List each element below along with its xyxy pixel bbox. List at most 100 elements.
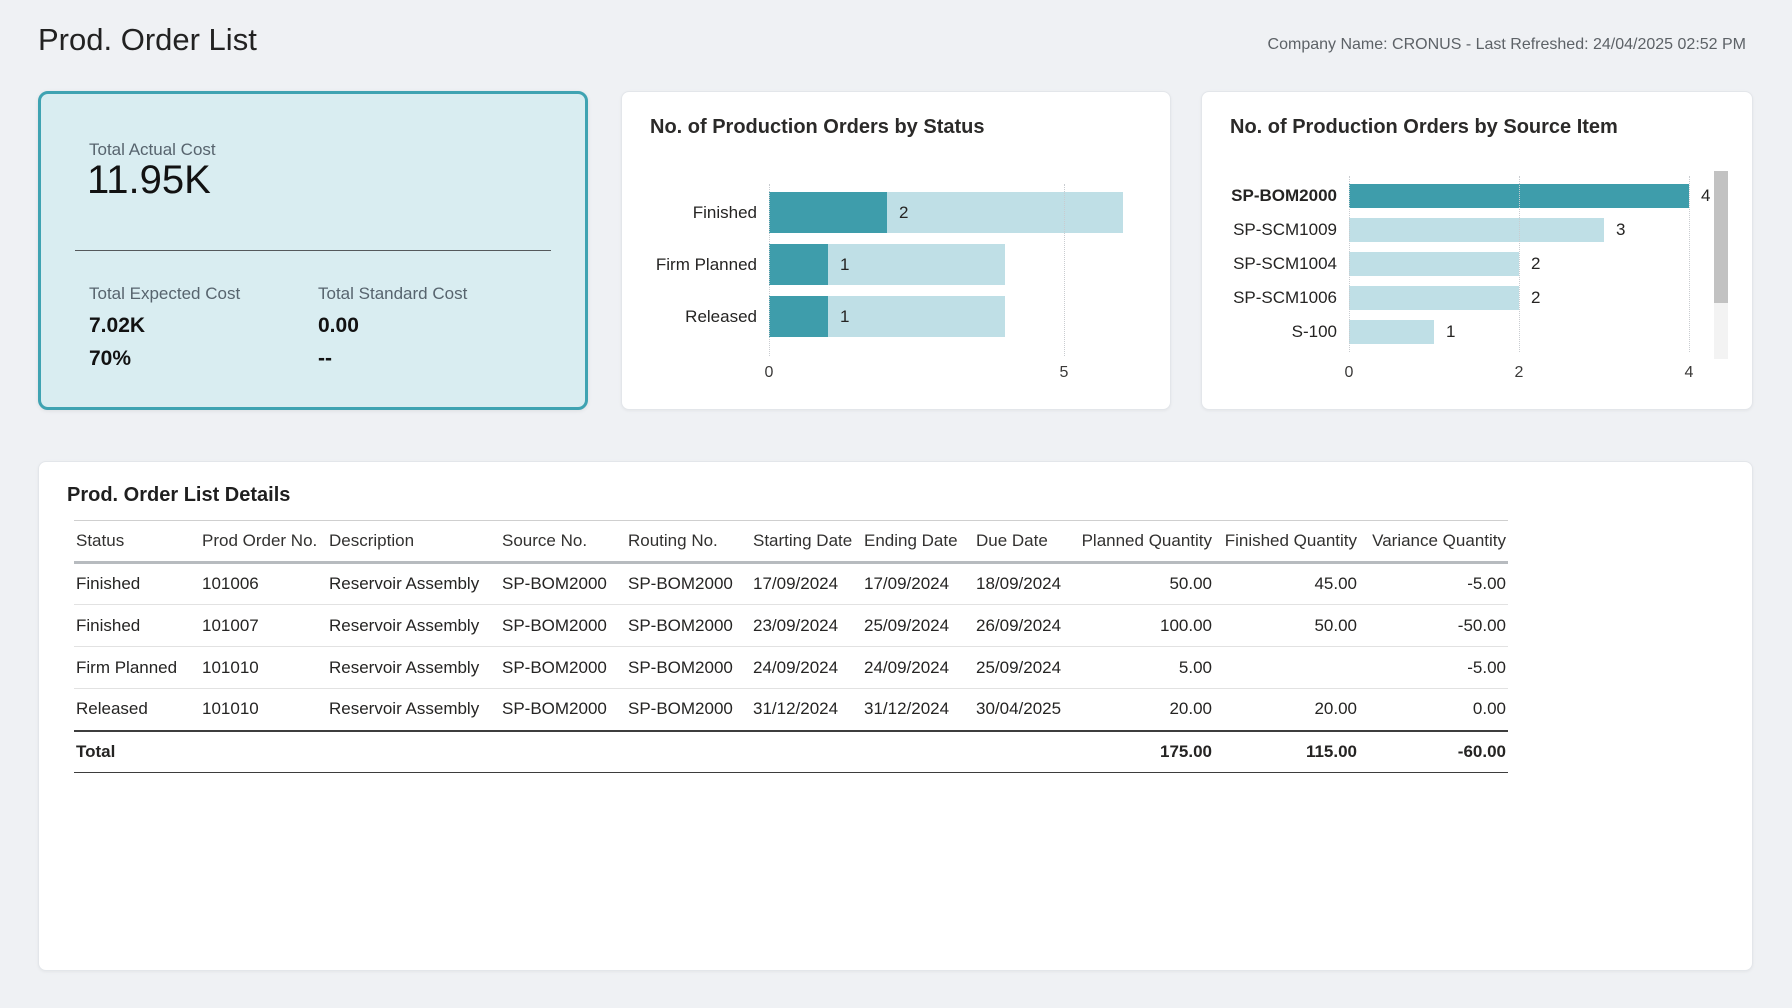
table-total-cell bbox=[862, 731, 974, 773]
column-header[interactable]: Finished Quantity bbox=[1214, 521, 1359, 563]
kpi-secondary-sub: -- bbox=[318, 347, 467, 371]
column-header[interactable]: Routing No. bbox=[626, 521, 751, 563]
table-cell: 25/09/2024 bbox=[862, 605, 974, 647]
prod-order-details-card[interactable]: Prod. Order List Details StatusProd Orde… bbox=[38, 461, 1753, 971]
table-cell: -5.00 bbox=[1359, 647, 1508, 689]
table-total-cell: Total bbox=[74, 731, 200, 773]
table-total-cell: 175.00 bbox=[1074, 731, 1214, 773]
total-actual-cost-card[interactable]: Total Actual Cost 11.95K Total Expected … bbox=[38, 91, 588, 410]
table-cell: 45.00 bbox=[1214, 563, 1359, 605]
table-cell: 5.00 bbox=[1074, 647, 1214, 689]
kpi-secondary-sub: 70% bbox=[89, 347, 240, 371]
table-total-cell bbox=[200, 731, 327, 773]
table-cell: 100.00 bbox=[1074, 605, 1214, 647]
table-cell: -5.00 bbox=[1359, 563, 1508, 605]
table-total-cell: -60.00 bbox=[1359, 731, 1508, 773]
kpi-primary-value: 11.95K bbox=[87, 158, 211, 203]
details-table: StatusProd Order No.DescriptionSource No… bbox=[74, 520, 1508, 773]
source-bar-row: SP-SCM10062 bbox=[1202, 286, 1752, 310]
x-axis-tick-label: 4 bbox=[1685, 364, 1694, 382]
table-cell: SP-BOM2000 bbox=[626, 647, 751, 689]
orders-by-status-chart[interactable]: No. of Production Orders by Status Finis… bbox=[621, 91, 1171, 410]
table-cell: 17/09/2024 bbox=[862, 563, 974, 605]
table-cell: 31/12/2024 bbox=[862, 689, 974, 731]
category-label: SP-SCM1006 bbox=[1202, 288, 1337, 308]
bar-value-segment[interactable] bbox=[1349, 252, 1519, 276]
column-header[interactable]: Variance Quantity bbox=[1359, 521, 1508, 563]
column-header[interactable]: Description bbox=[327, 521, 500, 563]
bar-track[interactable] bbox=[769, 296, 1005, 337]
column-header[interactable]: Status bbox=[74, 521, 200, 563]
table-cell: Firm Planned bbox=[74, 647, 200, 689]
table-cell: Finished bbox=[74, 563, 200, 605]
scrollbar-thumb[interactable] bbox=[1714, 171, 1728, 303]
kpi-primary-label: Total Actual Cost bbox=[89, 140, 216, 160]
table-cell: 50.00 bbox=[1074, 563, 1214, 605]
x-axis-tick-label: 5 bbox=[1060, 364, 1069, 382]
table-cell: SP-BOM2000 bbox=[626, 605, 751, 647]
dashboard-page: Prod. Order List Company Name: CRONUS - … bbox=[0, 0, 1792, 1008]
bar-value-segment[interactable] bbox=[1349, 320, 1434, 344]
bar-data-label: 4 bbox=[1701, 186, 1710, 206]
status-bar-row: Finished2 bbox=[622, 192, 1170, 233]
table-total-cell bbox=[500, 731, 626, 773]
table-row[interactable]: Released101010Reservoir AssemblySP-BOM20… bbox=[74, 689, 1508, 731]
x-axis-tick-label: 2 bbox=[1515, 364, 1524, 382]
table-cell: 31/12/2024 bbox=[751, 689, 862, 731]
kpi-secondary-label: Total Expected Cost bbox=[89, 284, 240, 304]
status-chart-title: No. of Production Orders by Status bbox=[650, 116, 984, 139]
table-cell bbox=[1214, 647, 1359, 689]
bar-data-label: 2 bbox=[1531, 254, 1540, 274]
kpi-standard-cost-block: Total Standard Cost 0.00 -- bbox=[318, 284, 467, 371]
table-cell: SP-BOM2000 bbox=[626, 563, 751, 605]
table-cell: Released bbox=[74, 689, 200, 731]
bar-track[interactable] bbox=[769, 192, 1123, 233]
table-row[interactable]: Finished101006Reservoir AssemblySP-BOM20… bbox=[74, 563, 1508, 605]
table-cell: 25/09/2024 bbox=[974, 647, 1074, 689]
table-cell: 101010 bbox=[200, 647, 327, 689]
table-row[interactable]: Finished101007Reservoir AssemblySP-BOM20… bbox=[74, 605, 1508, 647]
table-row[interactable]: Firm Planned101010Reservoir AssemblySP-B… bbox=[74, 647, 1508, 689]
axis-gridline bbox=[769, 184, 770, 356]
bar-data-label: 1 bbox=[840, 307, 849, 327]
table-cell: Reservoir Assembly bbox=[327, 689, 500, 731]
source-chart-title: No. of Production Orders by Source Item bbox=[1230, 116, 1618, 139]
table-cell: SP-BOM2000 bbox=[500, 605, 626, 647]
bar-value-segment[interactable] bbox=[1349, 286, 1519, 310]
column-header[interactable]: Planned Quantity bbox=[1074, 521, 1214, 563]
column-header[interactable]: Due Date bbox=[974, 521, 1074, 563]
page-title: Prod. Order List bbox=[38, 22, 257, 58]
axis-gridline bbox=[1349, 176, 1350, 352]
kpi-secondary-label: Total Standard Cost bbox=[318, 284, 467, 304]
bar-data-label: 2 bbox=[899, 203, 908, 223]
category-label: Firm Planned bbox=[622, 255, 757, 275]
table-cell: -50.00 bbox=[1359, 605, 1508, 647]
bar-value-segment[interactable] bbox=[1349, 218, 1604, 242]
bar-value-segment[interactable] bbox=[769, 296, 828, 337]
source-bar-row: SP-SCM1004 2 bbox=[1202, 252, 1752, 276]
orders-by-source-item-chart[interactable]: No. of Production Orders by Source Item … bbox=[1201, 91, 1753, 410]
status-bar-row: Released1 bbox=[622, 296, 1170, 337]
column-header[interactable]: Prod Order No. bbox=[200, 521, 327, 563]
category-label: SP-SCM1009 bbox=[1202, 220, 1337, 240]
table-header-row: StatusProd Order No.DescriptionSource No… bbox=[74, 521, 1508, 563]
table-cell: Reservoir Assembly bbox=[327, 563, 500, 605]
column-header[interactable]: Starting Date bbox=[751, 521, 862, 563]
table-total-cell bbox=[327, 731, 500, 773]
axis-gridline bbox=[1064, 184, 1065, 356]
table-cell: 23/09/2024 bbox=[751, 605, 862, 647]
axis-gridline bbox=[1519, 176, 1520, 352]
table-total-cell bbox=[626, 731, 751, 773]
kpi-divider bbox=[75, 250, 551, 251]
source-bar-row: SP-SCM10093 bbox=[1202, 218, 1752, 242]
column-header[interactable]: Ending Date bbox=[862, 521, 974, 563]
category-label: SP-SCM1004 bbox=[1202, 254, 1337, 274]
column-header[interactable]: Source No. bbox=[500, 521, 626, 563]
table-total-cell bbox=[974, 731, 1074, 773]
bar-value-segment[interactable] bbox=[769, 192, 887, 233]
bar-value-segment[interactable] bbox=[769, 244, 828, 285]
table-total-cell bbox=[751, 731, 862, 773]
bar-track[interactable] bbox=[769, 244, 1005, 285]
source-chart-scrollbar[interactable] bbox=[1714, 171, 1728, 359]
table-cell: 17/09/2024 bbox=[751, 563, 862, 605]
